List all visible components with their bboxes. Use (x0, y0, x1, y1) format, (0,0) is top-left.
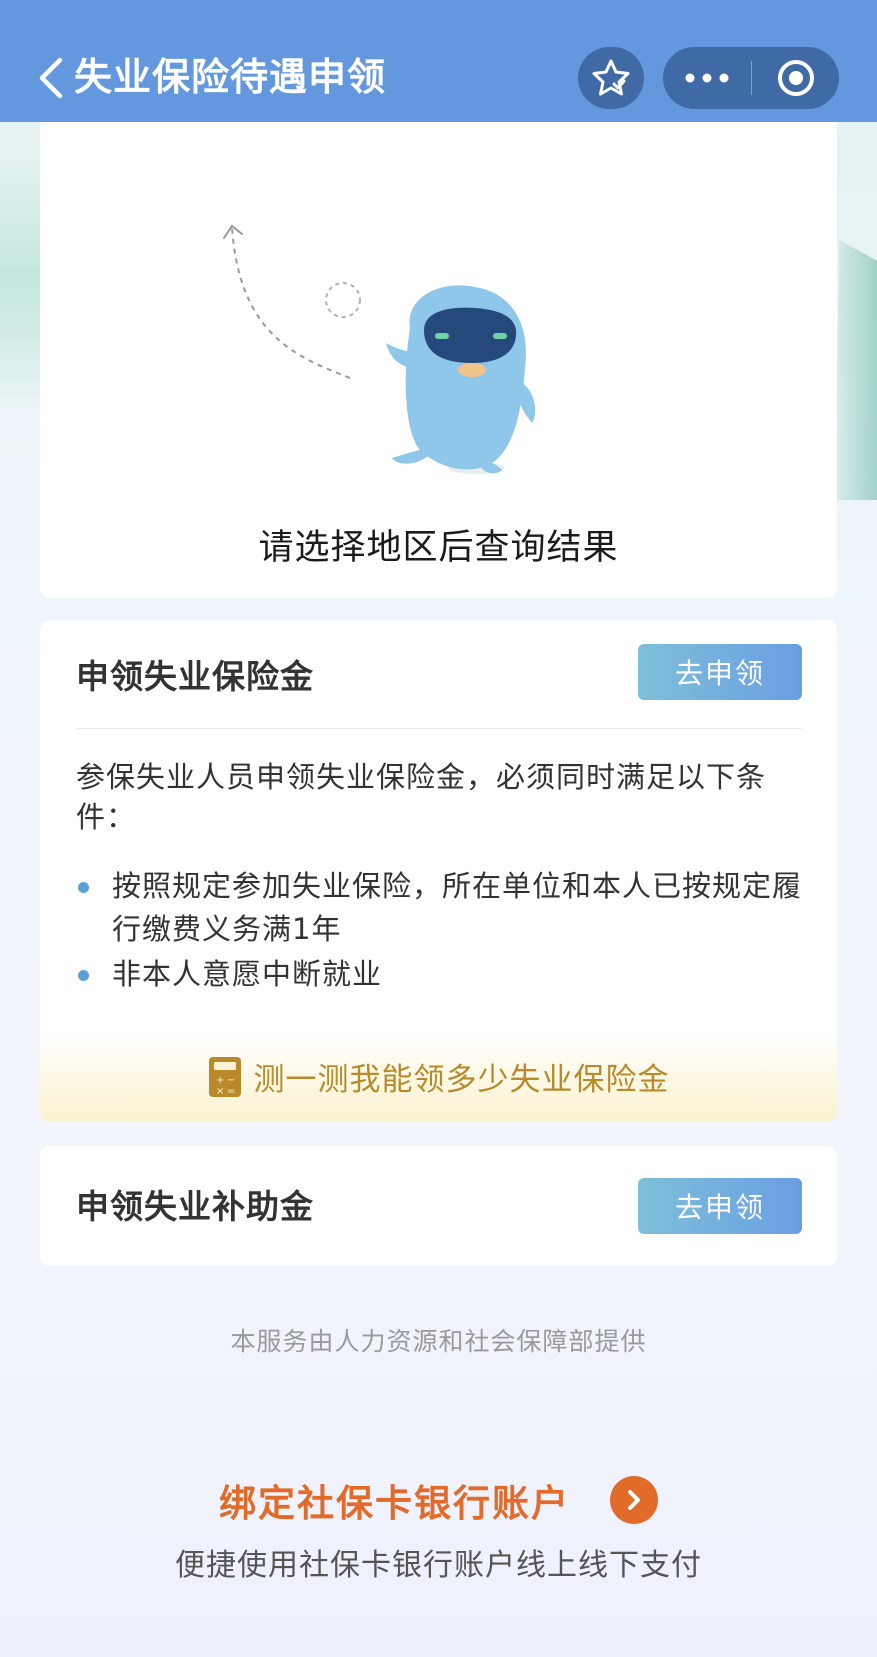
calculator-label: 测一测我能领多少失业保险金 (253, 1062, 670, 1098)
more-dots-icon (685, 73, 729, 83)
bullet-dot-icon (78, 882, 89, 893)
background-decoration-left (0, 150, 40, 410)
background-decoration-right (835, 240, 877, 500)
navigation-bar: 失业保险待遇申领 (0, 0, 877, 122)
bullet-dot-icon (78, 970, 89, 981)
card-divider (76, 728, 802, 729)
favorite-button[interactable] (578, 47, 644, 109)
benefit-card: 申领失业保险金 去申领 参保失业人员申领失业保险金，必须同时满足以下条件： 按照… (40, 620, 837, 1122)
svg-text:=: = (227, 1086, 235, 1097)
chevron-right-circle-icon (610, 1476, 658, 1524)
apply-benefit-button[interactable]: 去申领 (638, 644, 802, 700)
mascot-penguin-icon (223, 224, 536, 474)
target-circle-icon (777, 60, 814, 96)
chevron-left-icon (39, 57, 63, 99)
svg-text:+: + (216, 1075, 224, 1086)
svg-text:−: − (227, 1075, 235, 1086)
condition-text: 非本人意愿中断就业 (112, 957, 383, 991)
mini-program-capsule (663, 47, 839, 109)
subsidy-title: 申领失业补助金 (76, 1187, 314, 1226)
page-title: 失业保险待遇申领 (74, 55, 387, 99)
benefit-title: 申领失业保险金 (76, 657, 314, 696)
condition-list: 按照规定参加失业保险，所在单位和本人已按规定履行缴费义务满1年 非本人意愿中断就… (76, 865, 816, 998)
provider-note: 本服务由人力资源和社会保障部提供 (230, 1327, 647, 1356)
back-button[interactable] (36, 56, 66, 100)
region-result-card: 请选择地区后查询结果 (40, 122, 837, 598)
more-button[interactable] (663, 47, 751, 109)
subsidy-card: 申领失业补助金 去申领 (40, 1146, 837, 1266)
bind-subtitle: 便捷使用社保卡银行账户线上线下支付 (175, 1548, 702, 1583)
benefit-calculator-link[interactable]: + − × = 测一测我能领多少失业保险金 (40, 1054, 837, 1099)
bind-bank-account-link[interactable]: 绑定社保卡银行账户 (0, 1473, 877, 1527)
benefit-intro: 参保失业人员申领失业保险金，必须同时满足以下条件： (76, 760, 767, 834)
list-item: 非本人意愿中断就业 (76, 953, 816, 996)
calculator-strip: + − × = 测一测我能领多少失业保险金 (40, 1032, 837, 1122)
list-item: 按照规定参加失业保险，所在单位和本人已按规定履行缴费义务满1年 (76, 865, 816, 951)
calculator-icon: + − × = (208, 1056, 241, 1097)
condition-text: 按照规定参加失业保险，所在单位和本人已按规定履行缴费义务满1年 (112, 869, 803, 946)
star-icon (592, 59, 630, 96)
bind-title: 绑定社保卡银行账户 (219, 1482, 570, 1525)
close-button[interactable] (752, 47, 839, 109)
region-hint-text: 请选择地区后查询结果 (258, 528, 619, 568)
apply-subsidy-button[interactable]: 去申领 (638, 1178, 802, 1234)
svg-text:×: × (216, 1086, 224, 1097)
